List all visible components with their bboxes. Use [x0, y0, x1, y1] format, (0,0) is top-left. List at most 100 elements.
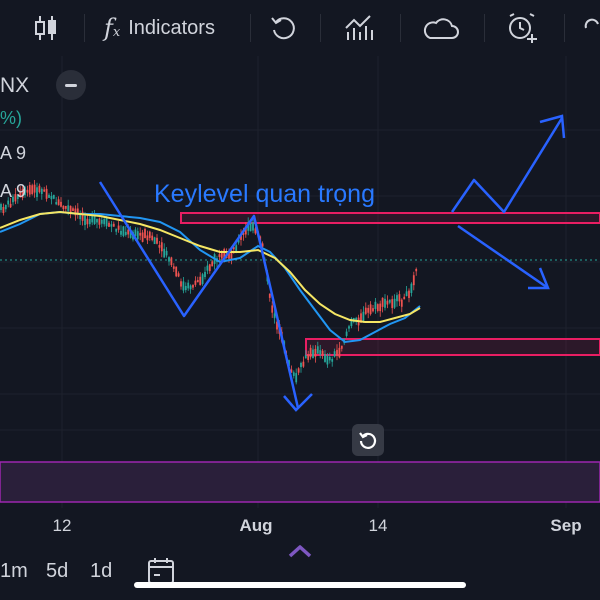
undo-icon[interactable] — [270, 10, 298, 46]
remove-symbol-button[interactable] — [56, 70, 86, 100]
candle-body — [319, 350, 322, 355]
candle-body — [141, 232, 144, 242]
candle-body — [326, 355, 329, 365]
candle-body — [415, 268, 418, 272]
candle-body — [55, 202, 58, 205]
candle-body — [103, 219, 106, 225]
indicators-button[interactable]: fx Indicators — [104, 10, 215, 46]
candle-body — [84, 215, 86, 226]
candle-body — [268, 293, 271, 298]
candle-body — [316, 346, 319, 354]
compare-chart-icon[interactable] — [344, 10, 376, 46]
toolbar-separator — [484, 14, 485, 42]
candle-body — [96, 218, 98, 223]
bullish-scenario-arrow[interactable] — [450, 117, 564, 214]
top-toolbar: fx Indicators — [0, 0, 600, 56]
x-axis-label: 12 — [52, 516, 72, 535]
candle-body — [372, 308, 374, 312]
refresh-icon — [359, 432, 377, 449]
candle-body — [9, 203, 12, 208]
candle-body — [57, 199, 60, 206]
candle-body — [204, 271, 206, 278]
candle-body — [340, 345, 343, 349]
candle-body — [86, 218, 89, 225]
candle-body — [38, 185, 41, 193]
key-level-zone-upper[interactable] — [180, 212, 600, 224]
candle-body — [64, 205, 67, 209]
candle-body — [400, 299, 403, 307]
change-percent: %) — [0, 108, 22, 128]
interval-1m[interactable]: 1m — [0, 560, 28, 583]
minus-icon — [65, 83, 77, 87]
candle-body — [302, 361, 305, 367]
candle-body — [376, 304, 379, 311]
candle-body — [412, 275, 415, 286]
candle-body — [199, 276, 202, 286]
candle-body — [168, 257, 170, 262]
candle-body — [211, 261, 214, 267]
candle-body — [40, 188, 43, 194]
candle-body — [206, 265, 209, 271]
ma-legend-1[interactable]: A 9 — [0, 143, 26, 164]
ma-legend-2[interactable]: A 9 — [0, 181, 26, 202]
candle-body — [117, 225, 120, 230]
candle-body — [136, 231, 139, 240]
candle-body — [115, 228, 118, 232]
toolbar-separator — [250, 14, 251, 42]
candle-body — [127, 229, 130, 235]
candle-body — [364, 307, 367, 314]
candles-icon[interactable] — [34, 10, 58, 46]
candle-body — [52, 194, 55, 199]
interval-5d[interactable]: 5d — [46, 560, 68, 583]
toolbar-separator — [84, 14, 85, 42]
candle-body — [144, 228, 146, 239]
bearish-scenario-arrow[interactable] — [457, 224, 549, 290]
candle-body — [112, 223, 115, 227]
candle-body — [88, 219, 91, 225]
symbol-label[interactable]: NX — [0, 74, 29, 98]
candle-body — [170, 257, 173, 266]
candle-body — [336, 349, 338, 356]
candle-body — [410, 283, 413, 293]
key-level-annotation[interactable]: Keylevel quan trọng — [154, 180, 375, 209]
candle-body — [388, 299, 391, 303]
candle-body — [158, 244, 161, 248]
candle-body — [348, 326, 350, 329]
cloud-icon[interactable] — [422, 10, 460, 46]
add-alert-icon[interactable] — [506, 10, 540, 46]
candle-body — [194, 280, 197, 285]
reset-chart-button[interactable] — [352, 424, 384, 456]
candle-body — [36, 187, 38, 198]
candle-body — [177, 273, 180, 277]
interval-1d[interactable]: 1d — [90, 560, 112, 583]
candle-body — [321, 350, 324, 356]
candle-body — [312, 349, 314, 358]
candle-body — [67, 205, 70, 211]
candle-body — [139, 232, 142, 236]
candle-body — [187, 282, 190, 289]
price-chart[interactable] — [0, 56, 600, 508]
candle-body — [300, 362, 302, 368]
candle-body — [2, 206, 5, 214]
candle-body — [324, 354, 326, 362]
expand-panel-button[interactable] — [284, 538, 316, 564]
candle-body — [333, 351, 336, 357]
indicator-pane — [0, 461, 600, 503]
candle-body — [396, 295, 398, 302]
candle-body — [196, 280, 199, 283]
candle-body — [43, 189, 46, 192]
candle-body — [120, 230, 122, 235]
candle-body — [295, 373, 298, 383]
candle-body — [304, 355, 307, 359]
candle-body — [60, 201, 62, 207]
candle-body — [175, 266, 178, 277]
candle-body — [386, 300, 389, 305]
more-icon[interactable] — [584, 10, 600, 46]
candle-body — [172, 266, 175, 269]
candle-body — [134, 229, 137, 236]
candle-body — [369, 304, 372, 315]
candle-body — [163, 248, 166, 258]
candle-body — [338, 347, 341, 358]
candle-body — [208, 264, 211, 272]
fx-icon: fx — [104, 14, 121, 42]
